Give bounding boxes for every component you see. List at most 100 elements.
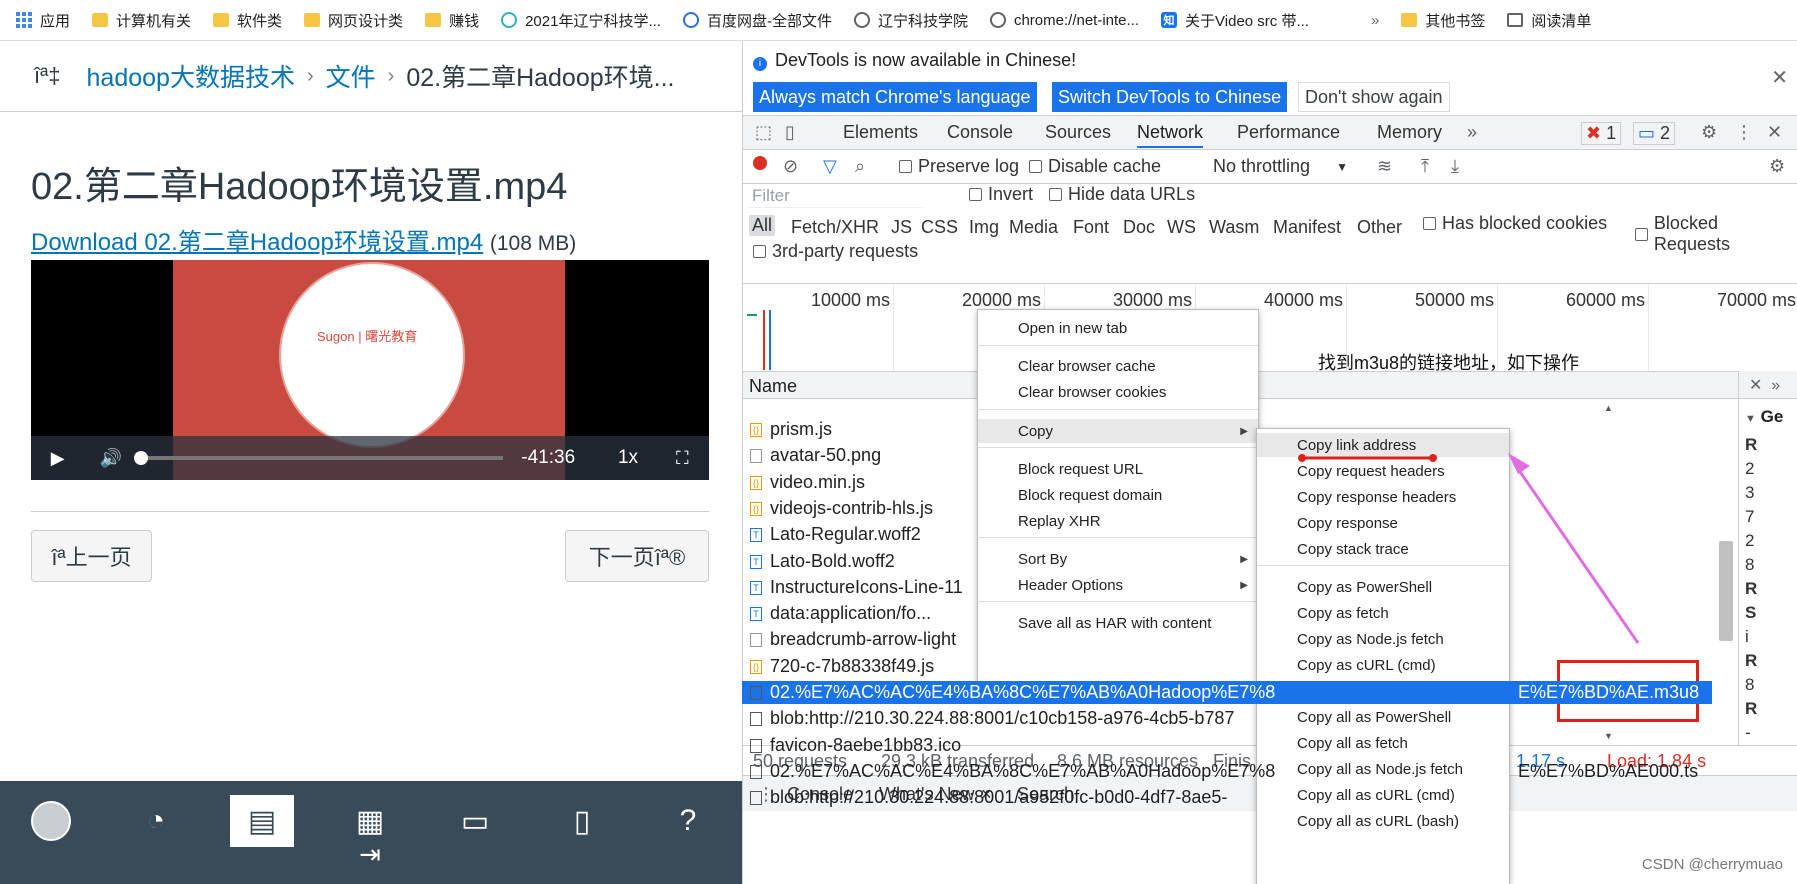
switch-chinese-button[interactable]: Switch DevTools to Chinese — [1052, 82, 1288, 112]
bookmark-apps[interactable]: 应用 — [16, 10, 70, 31]
reading-list[interactable]: 阅读清单 — [1507, 10, 1591, 31]
submenu-item-copy-all-as-curl-bash[interactable]: Copy all as cURL (bash) — [1257, 809, 1509, 833]
next-page-button[interactable]: 下一页îª® — [565, 530, 709, 582]
dashboard-icon[interactable]: ◔ — [124, 795, 188, 847]
type-filter-js[interactable]: JS — [891, 217, 912, 238]
playback-rate-button[interactable]: 1x — [600, 447, 655, 469]
device-toggle-icon[interactable]: ▯ — [785, 122, 795, 143]
request-row[interactable]: {} 720-c-7b88338f49.js — [742, 655, 1602, 678]
request-row[interactable]: 02.%E7%AC%AC%E4%BA%8C%E7%AB%A0Hadoop%E7%… — [742, 681, 1602, 704]
tab-memory[interactable]: Memory — [1377, 122, 1442, 143]
hide-data-urls-checkbox[interactable]: Hide data URLs — [1049, 184, 1195, 205]
details-scrollbar[interactable] — [1719, 541, 1733, 641]
request-row[interactable]: breadcrumb-arrow-light — [742, 628, 1602, 651]
type-filter-wasm[interactable]: Wasm — [1209, 217, 1259, 238]
network-settings-icon[interactable]: ⚙ — [1769, 156, 1785, 177]
error-count-badge[interactable]: ✖ 1 — [1581, 122, 1622, 145]
type-filter-ws[interactable]: WS — [1167, 217, 1196, 238]
settings-gear-icon[interactable]: ⚙ — [1701, 122, 1717, 143]
tab-elements[interactable]: Elements — [843, 122, 918, 143]
menu-item-open-in-new-tab[interactable]: Open in new tab — [978, 316, 1258, 340]
request-row[interactable]: blob:http://210.30.224.88:8001/c10cb158-… — [742, 707, 1602, 730]
bookmarks-more-button[interactable]: » — [1371, 12, 1379, 29]
request-name-tail[interactable]: E%E7%BD%AE000.ts — [1510, 760, 1712, 783]
name-column-header[interactable]: Name — [749, 376, 797, 397]
type-filter-other[interactable]: Other — [1357, 217, 1402, 238]
fullscreen-icon[interactable]: ⛶ — [656, 448, 709, 469]
menu-item-clear-browser-cache[interactable]: Clear browser cache — [978, 354, 1258, 378]
export-har-icon[interactable]: ⤓ — [1451, 156, 1459, 177]
play-icon[interactable]: ▶ — [31, 448, 84, 469]
close-details-icon[interactable]: ✕ » — [1739, 371, 1797, 399]
collapse-nav-icon[interactable]: ⇥ — [338, 839, 402, 869]
menu-item-clear-browser-cookies[interactable]: Clear browser cookies — [978, 380, 1258, 404]
request-row[interactable]: Tdata:application/fo... — [742, 602, 1602, 625]
filter-input[interactable]: Filter — [748, 186, 923, 208]
bookmark-link[interactable]: 知关于Video src 带... — [1161, 10, 1309, 31]
breadcrumb-files[interactable]: 文件 — [326, 58, 376, 94]
request-row[interactable]: T Lato-Regular.woff2 — [742, 523, 1602, 546]
filter-icon[interactable]: ▽ — [823, 156, 837, 177]
network-conditions-icon[interactable]: ≋ — [1377, 156, 1392, 177]
record-icon[interactable] — [753, 156, 767, 170]
account-avatar-icon[interactable] — [19, 795, 83, 847]
volume-icon[interactable]: 🔊 — [84, 448, 137, 469]
progress-bar[interactable] — [133, 451, 504, 465]
menu-logo-icon[interactable]: îª‡ — [34, 63, 61, 89]
inspect-icon[interactable]: ⬚ — [755, 122, 772, 143]
dont-show-button[interactable]: Don't show again — [1298, 82, 1450, 112]
clear-icon[interactable]: ⊘ — [783, 156, 798, 177]
breadcrumb-course[interactable]: hadoop大数据技术 — [87, 58, 295, 94]
tab-sources[interactable]: Sources — [1045, 122, 1111, 143]
request-row[interactable]: {} videojs-contrib-hls.js — [742, 497, 1602, 520]
bookmark-folder[interactable]: 网页设计类 — [304, 10, 403, 31]
close-devtools-icon[interactable]: ✕ — [1767, 122, 1782, 143]
close-icon[interactable]: ✕ — [1771, 65, 1788, 90]
bookmark-link[interactable]: 辽宁科技学院 — [853, 10, 968, 31]
network-overview[interactable]: 10000 ms 20000 ms 30000 ms 40000 ms 5000… — [743, 283, 1797, 372]
type-filter-xhr[interactable]: Fetch/XHR — [791, 217, 879, 238]
request-row[interactable]: {} video.min.js — [742, 471, 1602, 494]
request-row[interactable]: blob:http://210.30.224.88:8001/a952f0fc-… — [742, 786, 1602, 809]
bookmark-folder[interactable]: 赚钱 — [425, 10, 479, 31]
type-filter-manifest[interactable]: Manifest — [1273, 217, 1341, 238]
search-icon[interactable]: ⌕ — [855, 156, 865, 177]
bookmark-folder[interactable]: 软件类 — [213, 10, 282, 31]
import-har-icon[interactable]: ⤒ — [1421, 156, 1429, 177]
blocked-cookies-checkbox[interactable]: Has blocked cookies — [1423, 213, 1607, 234]
third-party-checkbox[interactable]: 3rd-party requests — [753, 241, 918, 262]
request-row[interactable]: avatar-50.png — [742, 444, 1602, 467]
bookmark-other[interactable]: 其他书签 — [1401, 10, 1485, 31]
disable-cache-checkbox[interactable]: Disable cache — [1029, 156, 1161, 177]
bookmark-link[interactable]: 百度网盘-全部文件 — [682, 10, 832, 31]
tab-console[interactable]: Console — [947, 122, 1013, 143]
progress-knob[interactable] — [133, 451, 148, 465]
request-row[interactable]: 02.%E7%AC%AC%E4%BA%8C%E7%AB%A0Hadoop%E7%… — [742, 760, 1602, 783]
bookmark-link[interactable]: chrome://net-inte... — [989, 12, 1139, 29]
request-row[interactable]: T Lato-Bold.woff2 — [742, 550, 1602, 573]
throttling-select[interactable]: No throttling ▼ — [1213, 156, 1348, 177]
request-row[interactable]: {} prism.js — [742, 418, 1602, 441]
bookmark-link[interactable]: 2021年辽宁科技学... — [501, 10, 661, 31]
invert-checkbox[interactable]: Invert — [969, 184, 1033, 205]
tab-network[interactable]: Network — [1137, 122, 1204, 148]
request-name-tail[interactable]: E%E7%BD%AE.m3u8 — [1510, 681, 1712, 704]
request-row[interactable]: T InstructureIcons-Line-11 — [742, 576, 1602, 599]
type-filter-all[interactable]: All — [749, 215, 776, 236]
match-language-button[interactable]: Always match Chrome's language — [753, 82, 1037, 112]
more-tabs-button[interactable]: » — [1467, 122, 1477, 143]
type-filter-media[interactable]: Media — [1009, 217, 1058, 238]
bookmark-folder[interactable]: 计算机有关 — [92, 10, 191, 31]
prev-page-button[interactable]: îª上一页 — [31, 530, 152, 582]
message-count-badge[interactable]: ▭ 2 — [1633, 122, 1676, 145]
type-filter-css[interactable]: CSS — [921, 217, 958, 238]
kebab-menu-icon[interactable]: ⋮ — [1735, 122, 1753, 143]
tab-performance[interactable]: Performance — [1237, 122, 1340, 143]
preserve-log-checkbox[interactable]: Preserve log — [899, 156, 1019, 177]
device-icon[interactable]: ▯ — [550, 795, 614, 847]
courses-icon[interactable]: ▤ — [230, 795, 294, 847]
request-row[interactable]: favicon-8aebe1bb83.ico — [742, 734, 1602, 757]
help-icon[interactable]: ? — [656, 795, 720, 847]
download-link[interactable]: Download 02.第二章Hadoop环境设置.mp4 — [31, 229, 483, 256]
video-player[interactable]: Sugon | 曙光教育 ▶ 🔊 -41:36 1x ⛶ — [31, 260, 709, 480]
